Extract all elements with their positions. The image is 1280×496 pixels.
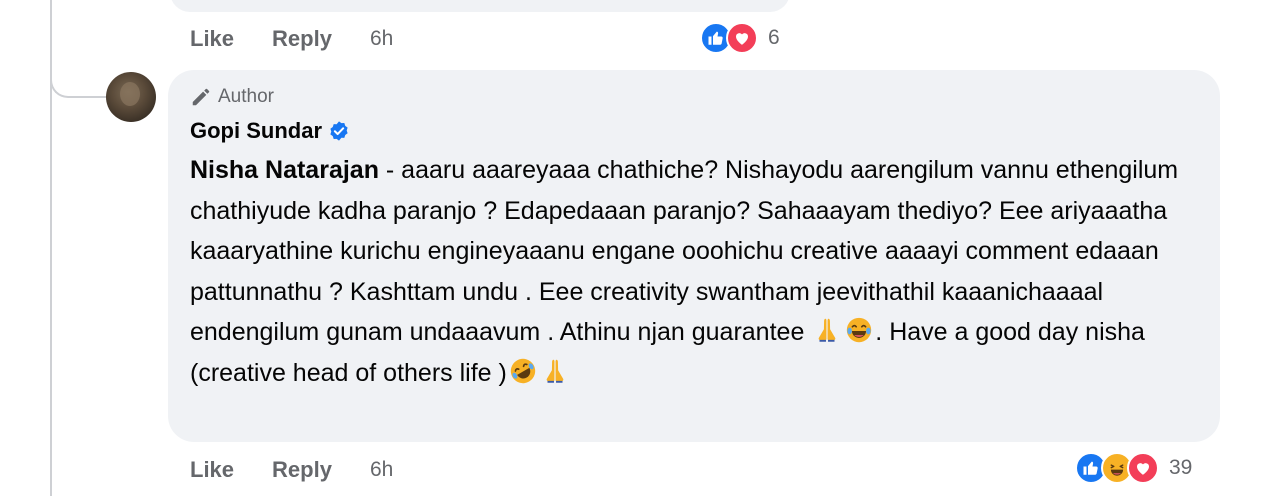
laughing-tears-emoji-icon [847, 317, 872, 343]
comment-timestamp[interactable]: 6h [370, 458, 393, 482]
author-badge-label: Author [218, 86, 274, 107]
comment-actions: Like Reply 6h [190, 457, 393, 483]
comment-timestamp[interactable]: 6h [370, 27, 393, 51]
comment-bubble: Author Gopi Sundar Nisha Natarajan - aaa… [168, 70, 1220, 442]
reaction-count: 6 [768, 26, 780, 49]
pencil-icon [192, 88, 210, 106]
mention-link[interactable]: Nisha Natarajan [190, 156, 379, 184]
previous-comment-reactions[interactable]: 6 [700, 22, 780, 54]
reaction-count: 39 [1169, 456, 1193, 479]
folded-hands-emoji-icon [546, 359, 564, 383]
love-icon [726, 22, 758, 54]
rolling-laughing-emoji-icon [510, 358, 536, 383]
thread-connector [50, 40, 110, 98]
reply-button[interactable]: Reply [272, 26, 332, 52]
reply-button[interactable]: Reply [272, 457, 332, 483]
previous-comment-actions: Like Reply 6h [190, 26, 393, 52]
author-badge: Author [190, 84, 1196, 110]
avatar[interactable] [106, 72, 156, 122]
comment-reactions[interactable]: 39 [1075, 452, 1192, 484]
previous-comment-bubble [170, 0, 790, 12]
love-icon [1127, 452, 1159, 484]
like-button[interactable]: Like [190, 26, 234, 52]
folded-hands-emoji-icon [818, 318, 836, 342]
like-button[interactable]: Like [190, 457, 234, 483]
author-name[interactable]: Gopi Sundar [190, 118, 322, 144]
comment-text: Nisha Natarajan - aaaru aaareyaaa chathi… [190, 150, 1196, 393]
verified-badge-icon [330, 121, 348, 141]
